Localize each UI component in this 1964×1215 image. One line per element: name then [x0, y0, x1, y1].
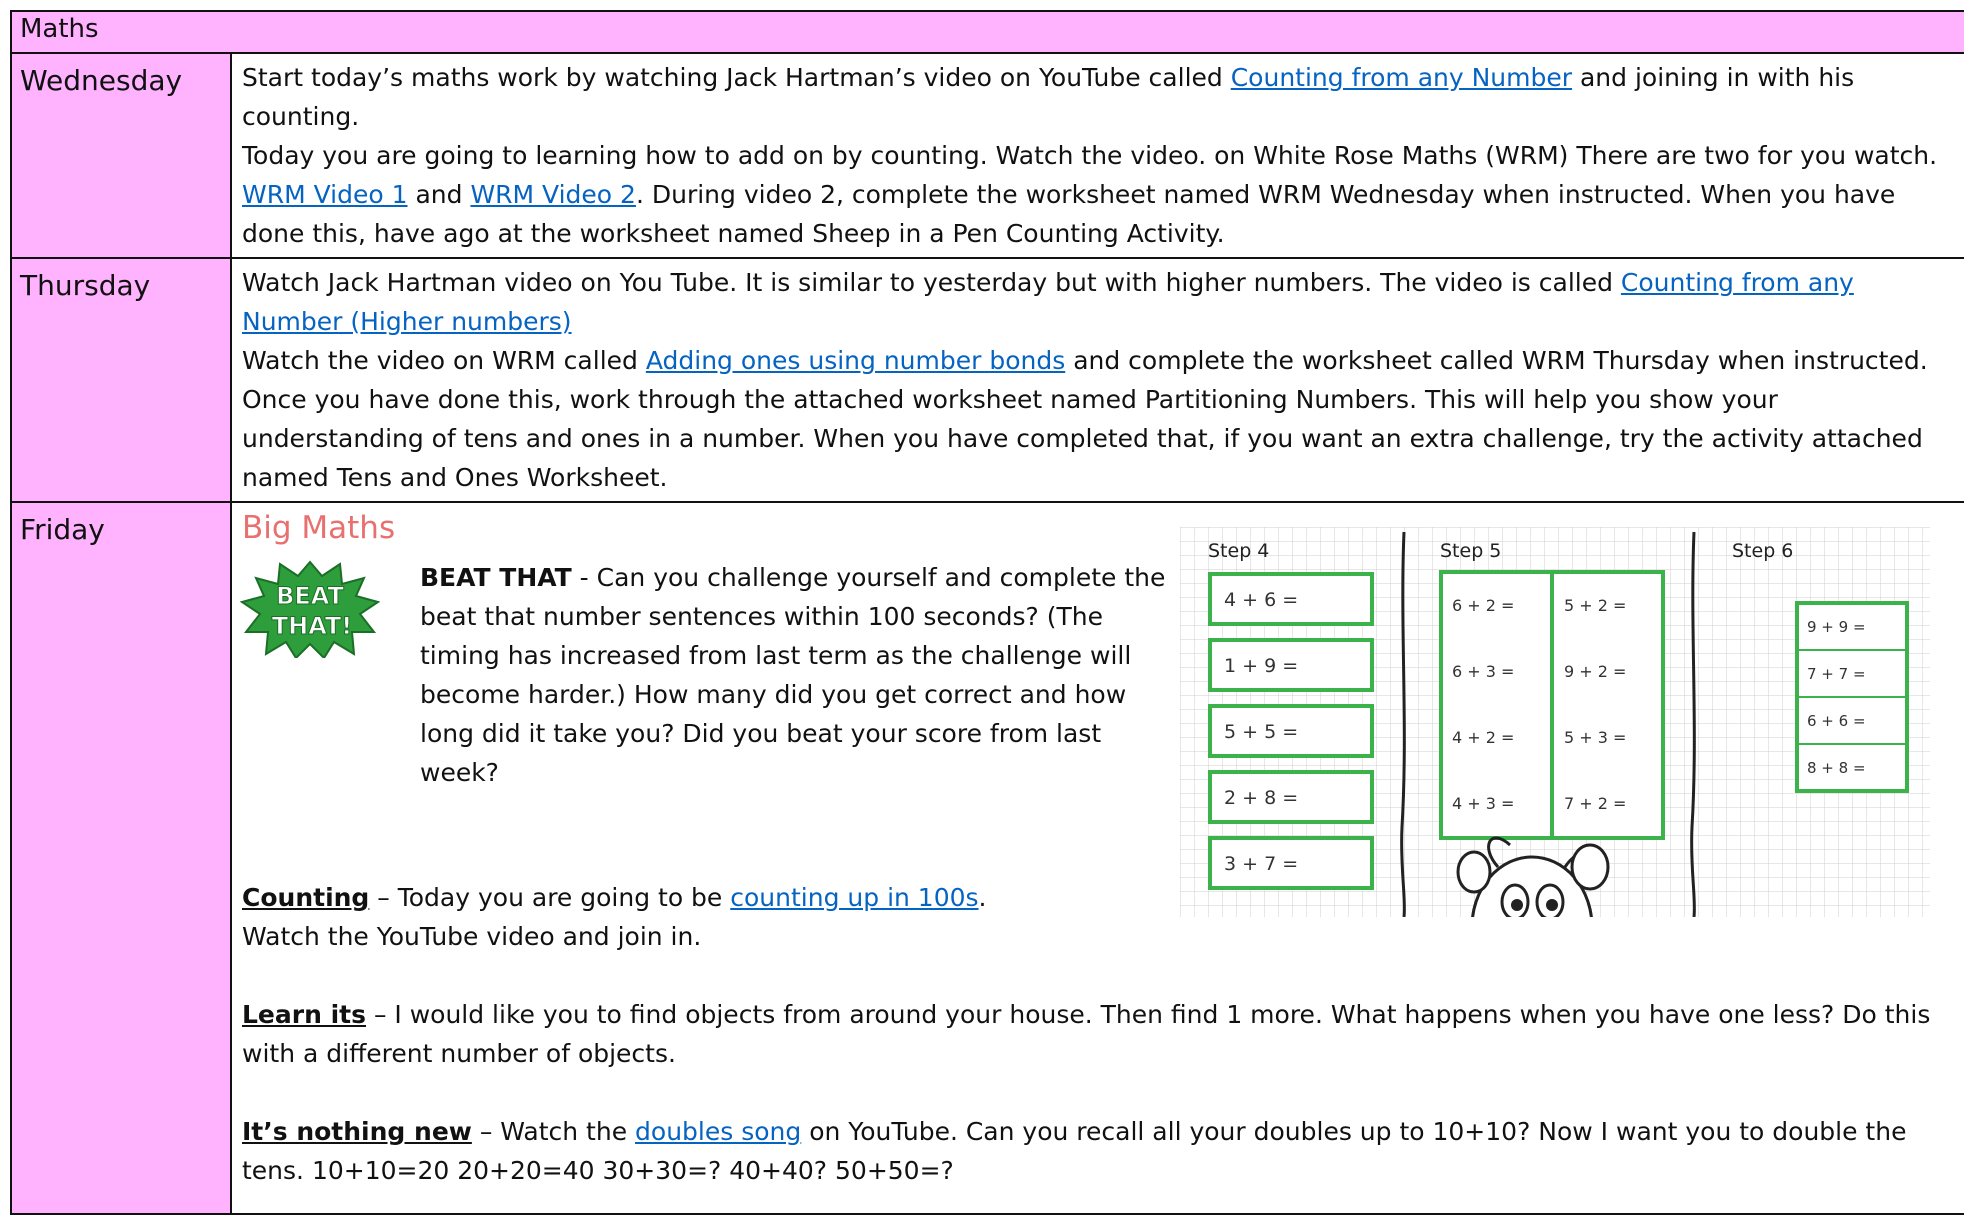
- link-wrm-video-1[interactable]: WRM Video 1: [242, 180, 408, 209]
- step-5-sum: 6 + 2 =: [1452, 596, 1514, 615]
- link-doubles-song[interactable]: doubles song: [635, 1117, 801, 1146]
- link-adding-ones-number-bonds[interactable]: Adding ones using number bonds: [646, 346, 1065, 375]
- step-6-sum: 9 + 9 =: [1807, 618, 1866, 636]
- text: - Can you challenge yourself and complet…: [420, 563, 1166, 787]
- step-6-label: Step 6: [1732, 540, 1793, 562]
- text: Watch the video on WRM called: [242, 346, 646, 375]
- table-title: Maths: [10, 10, 1964, 54]
- text: Today you are going to learning how to a…: [242, 141, 1938, 170]
- wednesday-content: Start today’s maths work by watching Jac…: [230, 52, 1964, 259]
- step-5-sum: 4 + 2 =: [1452, 728, 1514, 747]
- beat-that-label: BEAT THAT: [420, 563, 572, 592]
- step-4-sum: 1 + 9 =: [1224, 655, 1298, 677]
- wednesday-paragraph-1: Start today’s maths work by watching Jac…: [242, 58, 1954, 136]
- nothing-new-paragraph: It’s nothing new – Watch the doubles son…: [242, 1112, 1954, 1190]
- step-4-sum: 2 + 8 =: [1224, 787, 1298, 809]
- text: – Today you are going to be: [369, 883, 731, 912]
- step-5-sum: 5 + 3 =: [1564, 728, 1626, 747]
- step-6-group: 9 + 9 = 7 + 7 = 6 + 6 = 8 + 8 =: [1795, 601, 1909, 793]
- day-label-friday: Friday: [10, 501, 232, 1215]
- link-wrm-video-2[interactable]: WRM Video 2: [470, 180, 636, 209]
- text: – I would like you to find objects from …: [242, 1000, 1931, 1068]
- step-5-sum: 4 + 3 =: [1452, 794, 1514, 813]
- thursday-content: Watch Jack Hartman video on You Tube. It…: [230, 257, 1964, 503]
- step-4-sum: 3 + 7 =: [1224, 853, 1298, 875]
- counting-label: Counting: [242, 883, 370, 912]
- step-5-group: 6 + 2 = 6 + 3 = 4 + 2 = 4 + 3 = 5 + 2 = 9 + 2…: [1439, 570, 1665, 840]
- step-6-sum: 6 + 6 =: [1807, 712, 1866, 730]
- link-counting-from-any-number[interactable]: Counting from any Number: [1231, 63, 1572, 92]
- text: Watch Jack Hartman video on You Tube. It…: [242, 268, 1621, 297]
- step-6-sum: 8 + 8 =: [1807, 759, 1866, 777]
- wednesday-paragraph-2: Today you are going to learning how to a…: [242, 136, 1954, 253]
- table-row: Wednesday Start today’s maths work by wa…: [10, 52, 1964, 259]
- learn-its-paragraph: Learn its – I would like you to find obj…: [242, 995, 1954, 1073]
- step-4-label: Step 4: [1208, 540, 1269, 562]
- step-5-sum: 6 + 3 =: [1452, 662, 1514, 681]
- thursday-paragraph-1: Watch Jack Hartman video on You Tube. It…: [242, 263, 1954, 341]
- day-label-wednesday: Wednesday: [10, 52, 232, 259]
- step-4-sum: 5 + 5 =: [1224, 721, 1298, 743]
- page: Maths Wednesday Start today’s maths work…: [0, 0, 1964, 1215]
- step-5-sum: 5 + 2 =: [1564, 596, 1626, 615]
- beat-that-text: BEAT THAT - Can you challenge yourself a…: [242, 558, 1172, 792]
- step-5-sum: 9 + 2 =: [1564, 662, 1626, 681]
- table-row: Thursday Watch Jack Hartman video on You…: [10, 257, 1964, 503]
- thursday-paragraph-2: Watch the video on WRM called Adding one…: [242, 341, 1954, 497]
- text: and: [407, 180, 471, 209]
- beat-that-paragraph: BEAT THAT - Can you challenge yourself a…: [242, 558, 1172, 792]
- step-6-sum: 7 + 7 =: [1807, 665, 1866, 683]
- steps-worksheet-image: Step 4 Step 5 Step 6 4 + 6 = 1 + 9 = 5 + 5…: [1180, 527, 1930, 917]
- link-counting-up-in-100s[interactable]: counting up in 100s: [730, 883, 978, 912]
- step-5-sum: 7 + 2 =: [1564, 794, 1626, 813]
- text: Watch the YouTube video and join in.: [242, 922, 702, 951]
- step-4-group: 4 + 6 = 1 + 9 = 5 + 5 = 2 + 8 = 3 + 7 =: [1208, 572, 1374, 890]
- step-4-sum: 4 + 6 =: [1224, 589, 1298, 611]
- text: .: [978, 883, 987, 912]
- nothing-new-label: It’s nothing new: [242, 1117, 472, 1146]
- text: Start today’s maths work by watching Jac…: [242, 63, 1231, 92]
- day-label-thursday: Thursday: [10, 257, 232, 503]
- learn-its-label: Learn its: [242, 1000, 366, 1029]
- step-5-label: Step 5: [1440, 540, 1501, 562]
- text: – Watch the: [471, 1117, 636, 1146]
